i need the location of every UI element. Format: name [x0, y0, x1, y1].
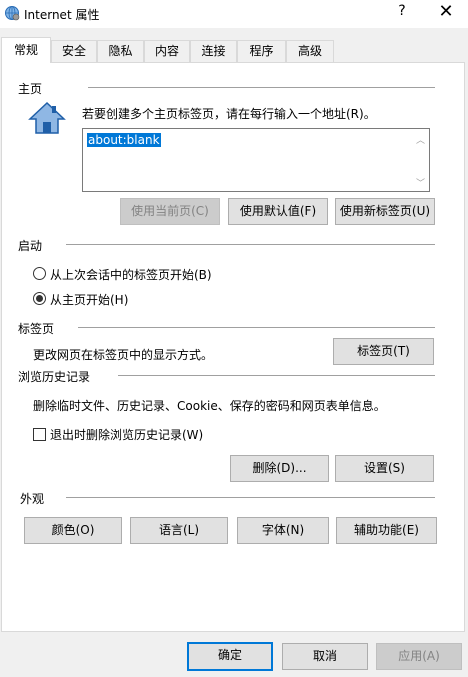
tabs-divider	[78, 327, 435, 328]
delete-on-exit-checkbox[interactable]	[33, 428, 46, 441]
history-settings-button[interactable]: 设置(S)	[335, 455, 434, 482]
homepage-url-textarea[interactable]: about:blank ︿ ﹀	[82, 128, 430, 192]
homepage-url-text: about:blank	[87, 133, 161, 147]
ok-button[interactable]: 确定	[187, 642, 273, 671]
tab-programs[interactable]: 程序	[237, 40, 286, 62]
appearance-divider	[66, 497, 435, 498]
tab-general[interactable]: 常规	[1, 37, 51, 63]
history-divider	[118, 375, 435, 376]
cancel-button[interactable]: 取消	[282, 643, 368, 670]
accessibility-button[interactable]: 辅助功能(E)	[336, 517, 437, 544]
tab-privacy[interactable]: 隐私	[97, 40, 144, 62]
use-new-tab-button[interactable]: 使用新标签页(U)	[335, 198, 435, 225]
home-icon	[28, 101, 66, 134]
tabs-section-label: 标签页	[18, 322, 55, 336]
homepage-radio-label[interactable]: 从主页开始(H)	[50, 291, 128, 308]
homepage-instruction: 若要创建多个主页标签页，请在每行输入一个地址(R)。	[82, 107, 376, 121]
tab-advanced[interactable]: 高级	[286, 40, 334, 62]
languages-button[interactable]: 语言(L)	[130, 517, 228, 544]
appearance-section-label: 外观	[20, 492, 45, 506]
delete-history-button[interactable]: 删除(D)...	[230, 455, 329, 482]
use-current-button[interactable]: 使用当前页(C)	[120, 198, 220, 225]
last-session-radio[interactable]	[33, 267, 46, 280]
last-session-label[interactable]: 从上次会话中的标签页开始(B)	[50, 266, 212, 283]
tab-security[interactable]: 安全	[51, 40, 97, 62]
scroll-down-icon[interactable]: ﹀	[416, 176, 425, 189]
history-description: 删除临时文件、历史记录、Cookie、保存的密码和网页表单信息。	[33, 399, 386, 413]
internet-options-icon	[5, 6, 20, 21]
homepage-divider	[88, 87, 435, 88]
startup-divider	[66, 244, 435, 245]
tabs-settings-button[interactable]: 标签页(T)	[333, 338, 434, 365]
startup-section-label: 启动	[18, 239, 43, 253]
history-section-label: 浏览历史记录	[18, 370, 91, 384]
apply-button[interactable]: 应用(A)	[376, 643, 462, 670]
scroll-up-icon[interactable]: ︿	[416, 133, 425, 146]
use-default-button[interactable]: 使用默认值(F)	[228, 198, 328, 225]
homepage-radio[interactable]	[33, 292, 46, 305]
fonts-button[interactable]: 字体(N)	[237, 517, 329, 544]
homepage-section-label: 主页	[18, 82, 43, 96]
window-title: Internet 属性	[24, 8, 100, 22]
tab-content[interactable]: 内容	[144, 40, 190, 62]
tabs-description: 更改网页在标签页中的显示方式。	[33, 348, 214, 362]
colors-button[interactable]: 颜色(O)	[24, 517, 122, 544]
help-button[interactable]: ?	[394, 3, 410, 19]
close-button[interactable]: ✕	[436, 1, 456, 22]
delete-on-exit-label[interactable]: 退出时删除浏览历史记录(W)	[50, 426, 203, 443]
tab-connections[interactable]: 连接	[190, 40, 237, 62]
